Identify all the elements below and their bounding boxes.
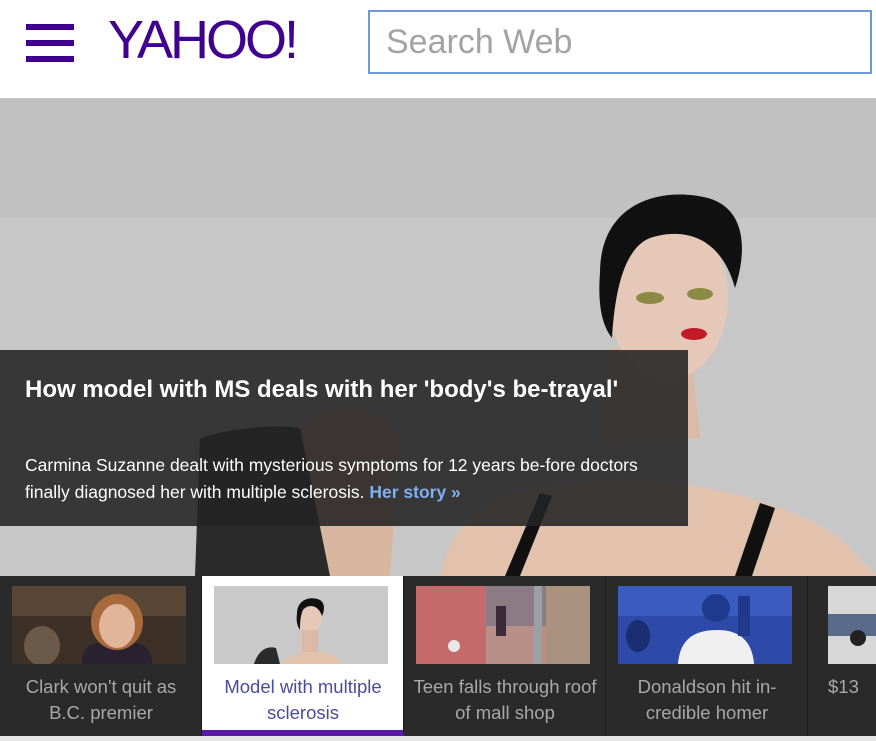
carousel-item-teen[interactable]: Teen falls through roof of mall shop bbox=[404, 576, 606, 736]
carousel-item-label: Teen falls through roof of mall shop bbox=[413, 676, 597, 723]
hero-story[interactable]: How model with MS deals with her 'body's… bbox=[0, 98, 876, 576]
thumbnail-partial bbox=[828, 586, 876, 664]
carousel-item-label: $13 bbox=[828, 676, 859, 697]
search-box[interactable] bbox=[368, 10, 872, 74]
hamburger-menu-icon[interactable] bbox=[26, 24, 74, 62]
carousel-item-label: Donaldson hit in-credible homer bbox=[637, 676, 777, 723]
thumbnail-donaldson bbox=[618, 586, 792, 664]
hero-summary-text: Carmina Suzanne dealt with mysterious sy… bbox=[25, 455, 638, 502]
hero-caption-panel[interactable]: How model with MS deals with her 'body's… bbox=[0, 350, 688, 526]
thumbnail-teen bbox=[416, 586, 590, 664]
carousel-item-label: Model with multiple sclerosis bbox=[224, 676, 382, 723]
thumbnail-model bbox=[214, 586, 388, 664]
hero-summary: Carmina Suzanne dealt with mysterious sy… bbox=[25, 452, 675, 506]
hero-headline[interactable]: How model with MS deals with her 'body's… bbox=[25, 372, 675, 407]
carousel-item-donaldson[interactable]: Donaldson hit in-credible homer bbox=[606, 576, 808, 736]
carousel-item-partial[interactable]: $13 bbox=[808, 576, 876, 736]
carousel-item-label: Clark won't quit as B.C. premier bbox=[25, 676, 177, 723]
news-carousel[interactable]: Clark won't quit as B.C. premier Model w… bbox=[0, 576, 876, 736]
search-input[interactable] bbox=[370, 12, 870, 72]
page-bottom-divider bbox=[0, 736, 876, 741]
carousel-item-clark[interactable]: Clark won't quit as B.C. premier bbox=[0, 576, 202, 736]
thumbnail-clark bbox=[12, 586, 186, 664]
carousel-item-model[interactable]: Model with multiple sclerosis bbox=[202, 576, 404, 736]
her-story-link[interactable]: Her story » bbox=[369, 482, 460, 502]
header: YAHOO! bbox=[0, 0, 876, 98]
yahoo-logo[interactable]: YAHOO! bbox=[108, 10, 299, 70]
